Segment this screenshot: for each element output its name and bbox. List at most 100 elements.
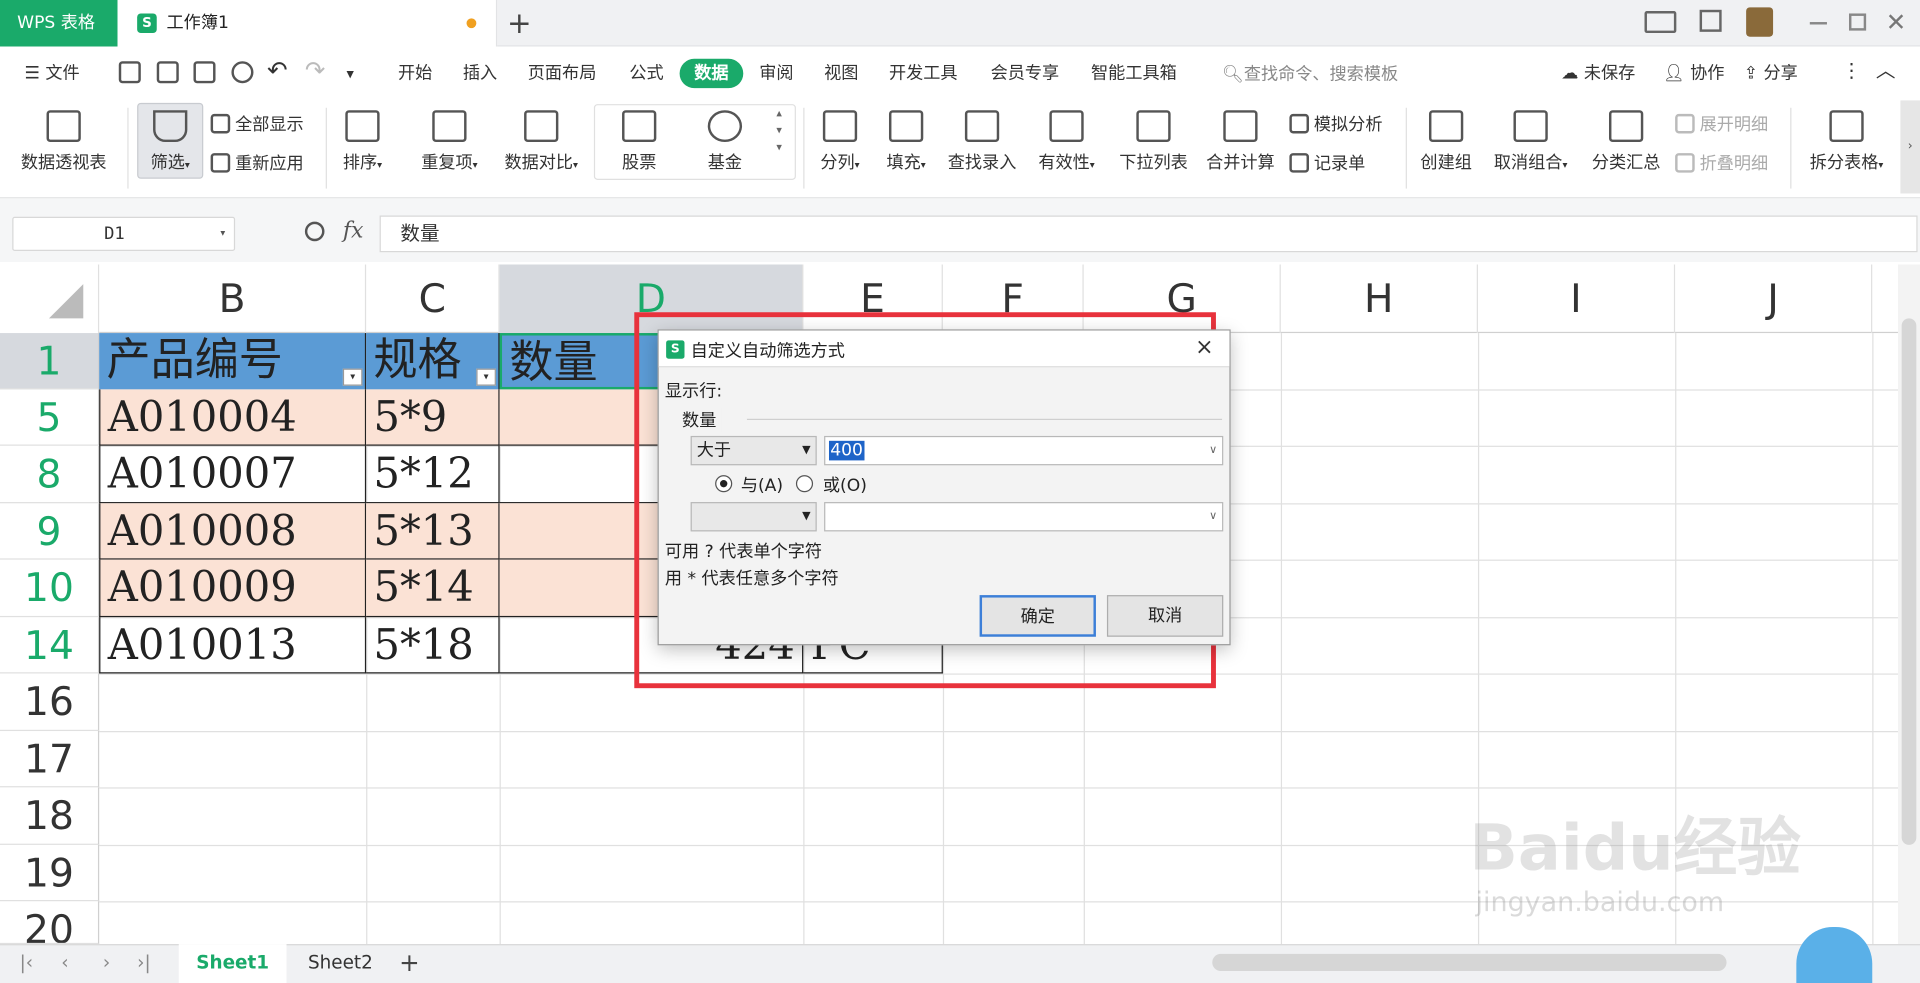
ok-button[interactable]: 确定 [979,595,1096,637]
formula-input[interactable]: 数量 [379,215,1918,253]
gallery-scroll-icon[interactable]: ▴ ▾ ▾ [776,105,782,156]
filter-label-group[interactable]: 筛选▾ [137,110,203,174]
share-button[interactable]: ⇪ 分享 [1744,61,1798,85]
new-tab-button[interactable]: + [507,4,532,43]
table-cell[interactable]: A010004 [99,389,367,446]
vertical-scroll-thumb[interactable] [1901,318,1917,845]
or-radio[interactable] [795,475,814,493]
merge-calc-button[interactable]: 合并计算 [1202,110,1278,174]
table-cell[interactable]: A010013 [99,617,367,674]
menu-item-data[interactable]: 数据 [679,58,744,89]
column-header-b[interactable]: B [99,264,367,334]
row-header-5[interactable]: 5 [0,389,100,446]
show-all-button[interactable]: 全部显示 [210,111,304,135]
row-header-8[interactable]: 8 [0,445,100,504]
table-cell[interactable]: 5*13 [366,503,500,560]
dropdown-list-button[interactable]: 下拉列表 [1114,110,1192,174]
file-menu[interactable]: ☰ 文件 [24,61,79,85]
validity-button[interactable]: 有效性▾ [1031,110,1102,174]
condition1-value-input[interactable]: 400 ∨ [824,435,1224,466]
reapply-button[interactable]: 重新应用 [210,151,304,175]
last-sheet-icon[interactable]: ›| [137,944,151,983]
and-radio[interactable] [715,475,733,493]
sheet-tab-sheet1[interactable]: Sheet1 [178,944,287,983]
document-tab[interactable]: S 工作簿1 [117,0,498,47]
column-header-h[interactable]: H [1281,264,1478,334]
filter-dropdown-icon[interactable]: ▾ [342,368,363,386]
column-header-i[interactable]: I [1478,264,1676,334]
menu-item-insert[interactable]: 插入 [463,61,497,85]
split-column-button[interactable]: 分列▾ [813,110,867,174]
minimize-icon[interactable] [1809,22,1827,25]
zoom-icon[interactable] [304,221,325,242]
split-table-button[interactable]: 拆分表格▾ [1802,110,1890,174]
prev-sheet-icon[interactable]: ‹ [61,944,68,983]
horizontal-scroll-thumb[interactable] [1212,953,1727,972]
first-sheet-icon[interactable]: |‹ [20,944,34,983]
sheet-tab-sheet2[interactable]: Sheet2 [291,944,389,983]
close-window-icon[interactable]: ✕ [1886,7,1907,36]
header-cell-product-code[interactable]: 产品编号 [99,333,367,390]
row-header-10[interactable]: 10 [0,559,100,618]
subtotal-button[interactable]: 分类汇总 [1587,110,1665,174]
pivot-table-button[interactable]: 数据透视表 [17,110,110,174]
data-compare-button[interactable]: 数据对比▾ [497,110,585,174]
row-header-20[interactable]: 20 [0,901,100,945]
filter-dropdown-icon[interactable]: ▾ [476,368,496,386]
duplicates-button[interactable]: 重复项▾ [414,110,485,174]
condition1-operator-select[interactable]: 大于 ▼ [690,435,817,466]
next-sheet-icon[interactable]: › [103,944,110,983]
restore-icon[interactable] [1848,13,1867,31]
unsaved-button[interactable]: ☁ 未保存 [1561,61,1635,85]
condition2-value-input[interactable]: ∨ [824,502,1224,532]
collaborate-button[interactable]: 👤︎ 协作 [1663,61,1725,85]
layout-icon[interactable] [1644,11,1677,34]
condition2-operator-select[interactable]: ▼ [690,502,817,532]
undo-icon[interactable]: ↶ [267,58,288,82]
menu-item-review[interactable]: 审阅 [759,61,793,85]
row-header-1[interactable]: 1 [0,333,100,390]
stock-button[interactable]: 股票 [612,110,666,174]
table-cell[interactable]: 5*12 [366,445,500,504]
or-label[interactable]: 或(O) [823,473,867,497]
menu-item-page-layout[interactable]: 页面布局 [528,61,597,85]
ungroup-button[interactable]: 取消组合▾ [1487,110,1575,174]
column-header-j[interactable]: J [1675,264,1873,334]
and-label[interactable]: 与(A) [741,473,783,497]
avatar[interactable] [1746,7,1774,37]
table-cell[interactable]: A010008 [99,503,367,560]
row-header-18[interactable]: 18 [0,787,100,845]
table-cell[interactable]: 5*18 [366,617,500,674]
column-header-c[interactable]: C [366,264,500,334]
more-icon[interactable]: ⋮ [1842,59,1862,83]
lookup-entry-button[interactable]: 查找录入 [945,110,1018,174]
ribbon-scroll-right-icon[interactable]: › [1900,100,1920,194]
simulate-analysis-button[interactable]: 模拟分析 [1289,111,1382,135]
redo-icon[interactable]: ↷ [305,58,326,82]
table-cell[interactable]: 5*9 [366,389,500,446]
grid-apps-icon[interactable] [1699,9,1722,32]
menu-item-developer[interactable]: 开发工具 [889,61,958,85]
add-sheet-button[interactable]: + [399,944,420,983]
row-header-9[interactable]: 9 [0,503,100,560]
menu-item-start[interactable]: 开始 [398,61,432,85]
print-preview-icon[interactable] [231,61,254,84]
fill-button[interactable]: 填充▾ [879,110,933,174]
fund-button[interactable]: 基金 [698,110,752,174]
function-icon[interactable]: fx [343,218,364,244]
table-cell[interactable]: A010009 [99,559,367,618]
command-search[interactable]: 🔍︎查找命令、搜索模板 [1222,61,1398,85]
row-header-16[interactable]: 16 [0,673,100,732]
collapse-detail-button[interactable]: 折叠明细 [1675,151,1768,175]
name-box[interactable]: D1 ▾ [12,216,236,252]
cancel-button[interactable]: 取消 [1106,595,1224,637]
create-group-button[interactable]: 创建组 [1416,110,1477,174]
menu-item-view[interactable]: 视图 [824,61,858,85]
app-tab[interactable]: WPS 表格 [0,0,118,47]
row-header-19[interactable]: 19 [0,844,100,902]
menu-item-member[interactable]: 会员专享 [991,61,1060,85]
close-icon[interactable]: × [1195,334,1213,360]
quick-access-dropdown-icon[interactable]: ▾ [347,61,354,85]
print-icon[interactable] [193,61,216,84]
collapse-ribbon-icon[interactable]: ︿ [1876,59,1896,83]
